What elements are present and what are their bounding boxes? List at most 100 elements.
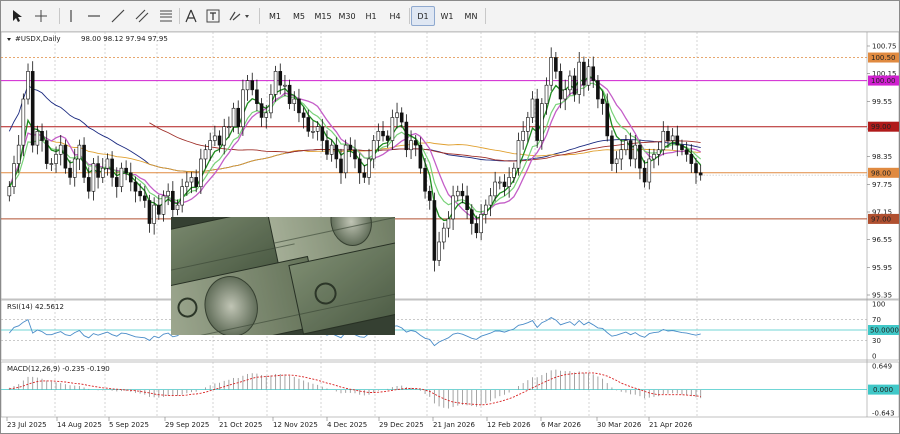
candle-body [404, 121, 409, 151]
candle-body [320, 126, 325, 141]
candle-body [124, 167, 128, 174]
candle-body [446, 218, 451, 229]
candle-body [287, 84, 292, 104]
timeframe-h1[interactable]: H1 [359, 6, 383, 26]
cursor-arrow-icon[interactable] [7, 6, 27, 26]
equidistant-channel-icon[interactable] [133, 6, 151, 26]
candle-body [610, 135, 614, 164]
candle-body [483, 204, 488, 215]
candle-body [343, 144, 348, 174]
candle-body [72, 158, 77, 178]
candle-body [656, 149, 661, 155]
chart-area[interactable]: 23 Jul 2025 14 Aug 2025 5 Sep 2025 29 Sep 2… [1, 32, 899, 433]
rsi-tick-label: 70 [872, 316, 881, 324]
candle-body [255, 89, 259, 104]
timeframe-m1[interactable]: M1 [263, 6, 287, 26]
candle-body [171, 190, 175, 210]
candle-body [96, 163, 100, 178]
price-level-label: 100.50 [871, 54, 896, 62]
candle-body [114, 177, 119, 187]
candle-body [385, 135, 390, 141]
macd-tick-label: -0.643 [872, 410, 895, 418]
x-tick-label: 14 Aug 2025 [57, 421, 102, 429]
candle-body [152, 204, 156, 224]
x-tick-label: 30 Mar 2026 [597, 421, 642, 429]
candle-body [516, 140, 521, 169]
text-label-icon[interactable] [205, 6, 221, 26]
candle-body [568, 75, 572, 91]
horizontal-line-icon[interactable] [85, 6, 103, 26]
toolbar-separator [409, 8, 410, 24]
timeframe-m15[interactable]: M15 [311, 6, 335, 26]
price-level-label: 98.00 [871, 169, 891, 177]
shapes-dropdown-icon[interactable] [227, 6, 253, 26]
candle-body [325, 140, 329, 155]
candle-body [371, 140, 376, 160]
macd-value-label: 0.000 [873, 386, 893, 394]
candle-body [535, 98, 539, 141]
candle-body [203, 149, 208, 160]
candle-body [185, 181, 189, 187]
symbol-title: #USDX,Daily [15, 35, 61, 43]
candle-body [68, 167, 72, 178]
candle-body [605, 103, 610, 137]
candle-body [666, 131, 670, 141]
x-tick-label: 5 Sep 2025 [109, 421, 149, 429]
ohlc-values: 98.00 98.12 97.94 97.95 [81, 35, 168, 43]
candle-body [437, 241, 441, 261]
candle-body [26, 71, 30, 100]
y-tick-label: 100.75 [872, 42, 897, 50]
timeframe-mn[interactable]: MN [459, 6, 483, 26]
candle-body [540, 103, 544, 141]
macd-title: MACD(12,26,9) -0.235 -0.190 [7, 365, 110, 373]
candle-body [227, 126, 231, 128]
candle-body [498, 181, 502, 184]
x-tick-label: 23 Jul 2025 [7, 421, 47, 429]
candle-body [638, 144, 642, 169]
timeframe-m5[interactable]: M5 [287, 6, 311, 26]
text-tool-icon[interactable] [183, 6, 199, 26]
candle-body [16, 144, 21, 164]
candle-body [376, 131, 381, 141]
candle-body [49, 163, 54, 165]
candle-body [208, 140, 212, 151]
timeframe-w1[interactable]: W1 [435, 6, 459, 26]
candle-body [399, 112, 404, 123]
candle-body [554, 57, 558, 72]
y-tick-label: 97.75 [872, 181, 892, 189]
candle-body [217, 135, 222, 146]
toolbar-separator [59, 8, 60, 24]
candle-body [35, 131, 40, 146]
candle-body [273, 71, 278, 95]
candle-body [142, 195, 147, 201]
fibonacci-icon[interactable] [157, 6, 175, 26]
timeframe-d1[interactable]: D1 [411, 6, 435, 26]
candle-body [652, 154, 656, 160]
toolbar-separator [259, 8, 260, 24]
vertical-line-icon[interactable] [63, 6, 79, 26]
x-tick-label: 6 Mar 2026 [541, 421, 581, 429]
candle-body [348, 144, 353, 151]
y-tick-label: 95.35 [872, 292, 892, 300]
candle-body [297, 98, 301, 114]
timeframe-h4[interactable]: H4 [383, 6, 407, 26]
candle-body [460, 190, 465, 197]
price-level-label: 99.00 [871, 123, 891, 131]
crosshair-icon[interactable] [31, 6, 51, 26]
candle-body [512, 167, 516, 178]
trendline-icon[interactable] [109, 6, 127, 26]
timeframe-m30[interactable]: M30 [335, 6, 359, 26]
x-tick-label: 21 Jan 2026 [433, 421, 476, 429]
candle-body [684, 149, 689, 155]
candle-body [563, 89, 568, 100]
candle-body [362, 172, 367, 178]
candle-body [502, 181, 507, 187]
candle-body [86, 177, 91, 192]
candle-body [63, 144, 68, 169]
macd-tick-label: 0.649 [872, 363, 892, 371]
candle-body [283, 84, 287, 87]
candle-body [44, 140, 49, 164]
candle-body [58, 144, 63, 155]
candle-body [12, 163, 16, 187]
candle-body [381, 131, 385, 137]
